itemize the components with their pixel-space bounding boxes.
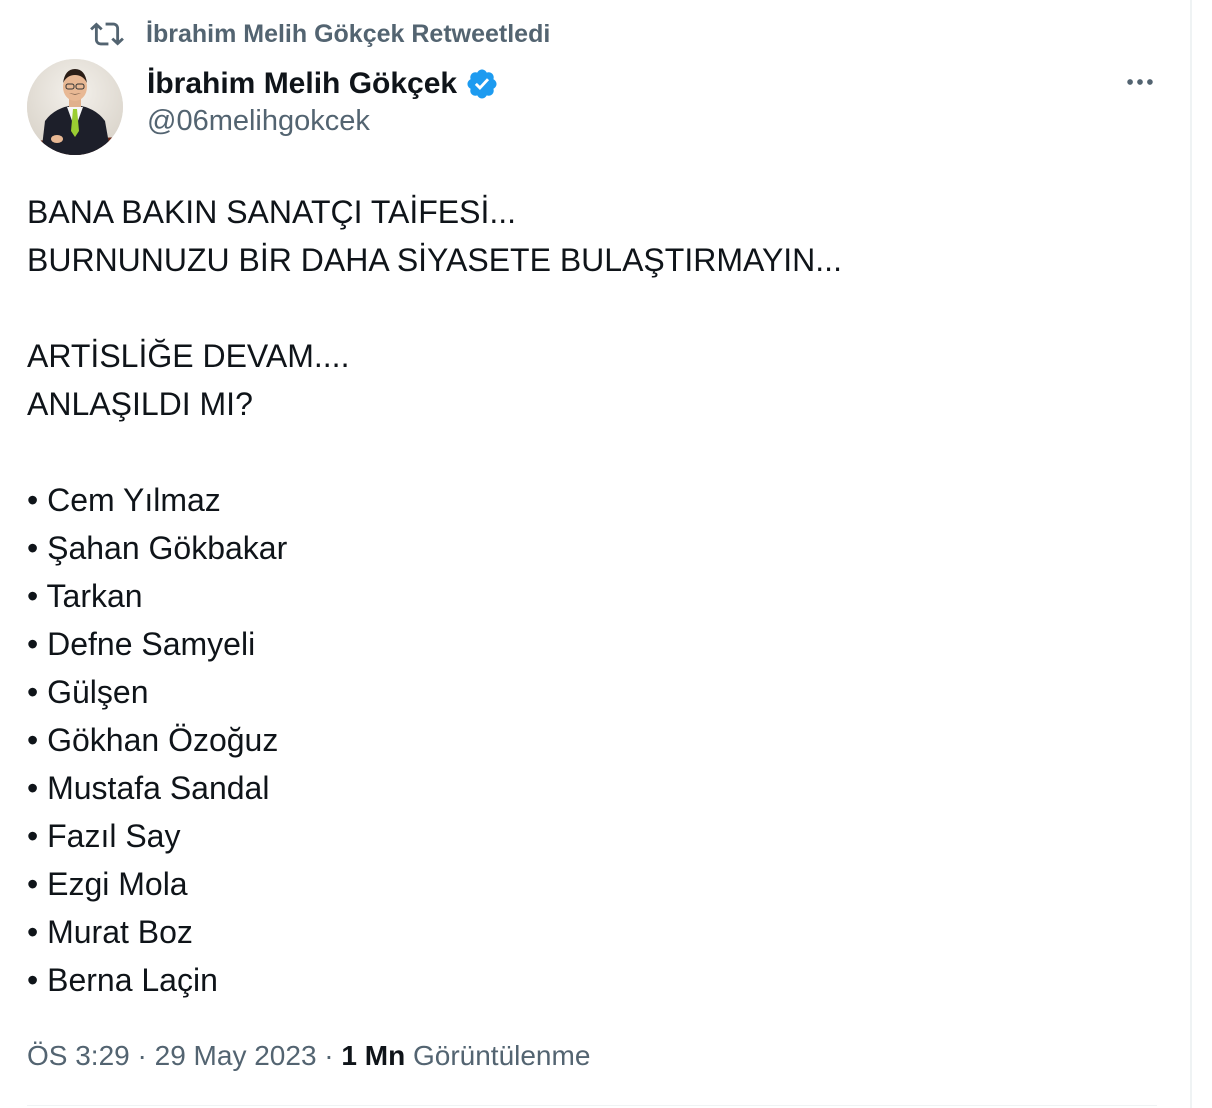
author-display-name[interactable]: İbrahim Melih Gökçek [147, 67, 457, 101]
more-options-icon [1123, 65, 1157, 104]
tweet-line: ANLAŞILDI MI? [27, 386, 253, 422]
tweet-list-item: • Gülşen [27, 674, 149, 710]
retweet-context[interactable]: İbrahim Melih Gökçek Retweetledi [90, 18, 550, 50]
tweet-list-item: • Fazıl Say [27, 818, 181, 854]
author-avatar[interactable] [27, 59, 123, 155]
tweet-line: BURNUNUZU BİR DAHA SİYASETE BULAŞTIRMAYI… [27, 242, 842, 278]
tweet-date[interactable]: 29 May 2023 [155, 1040, 317, 1072]
retweet-label: İbrahim Melih Gökçek Retweetledi [146, 19, 551, 48]
meta-separator: · [316, 1040, 342, 1071]
tweet-line: BANA BAKIN SANATÇI TAİFESİ... [27, 194, 517, 230]
tweet-list-item: • Mustafa Sandal [27, 770, 270, 806]
views-count: 1 Mn [341, 1040, 406, 1071]
divider [27, 1105, 1157, 1106]
timeline-column-border [1190, 0, 1192, 1108]
tweet-line: ARTİSLİĞE DEVAM.... [27, 338, 350, 374]
author-handle[interactable]: @06melihgokcek [147, 105, 370, 138]
author-name-row[interactable]: İbrahim Melih Gökçek [147, 64, 499, 104]
more-options-button[interactable] [1112, 62, 1168, 106]
views-spacer [405, 1040, 413, 1072]
tweet-list-item: • Berna Laçin [27, 962, 218, 998]
tweet-time[interactable]: ÖS 3:29 [27, 1040, 130, 1072]
tweet-list-item: • Murat Boz [27, 914, 193, 950]
retweet-icon [90, 17, 124, 51]
tweet-meta: ÖS 3:29 · 29 May 2023 · 1 Mn Görüntülenm… [27, 1036, 590, 1076]
tweet-text: BANA BAKIN SANATÇI TAİFESİ... BURNUNUZU B… [27, 188, 1177, 1004]
tweet-list-item: • Cem Yılmaz [27, 482, 221, 518]
tweet-list-item: • Defne Samyeli [27, 626, 256, 662]
tweet-list-item: • Şahan Gökbakar [27, 530, 288, 566]
tweet-list-item: • Gökhan Özoğuz [27, 722, 279, 758]
views-label: Görüntülenme [412, 1040, 591, 1071]
meta-separator: · [129, 1040, 155, 1071]
tweet-list-item: • Ezgi Mola [27, 866, 188, 902]
tweet-list-item: • Tarkan [27, 578, 143, 614]
verified-badge-icon[interactable] [465, 67, 499, 101]
